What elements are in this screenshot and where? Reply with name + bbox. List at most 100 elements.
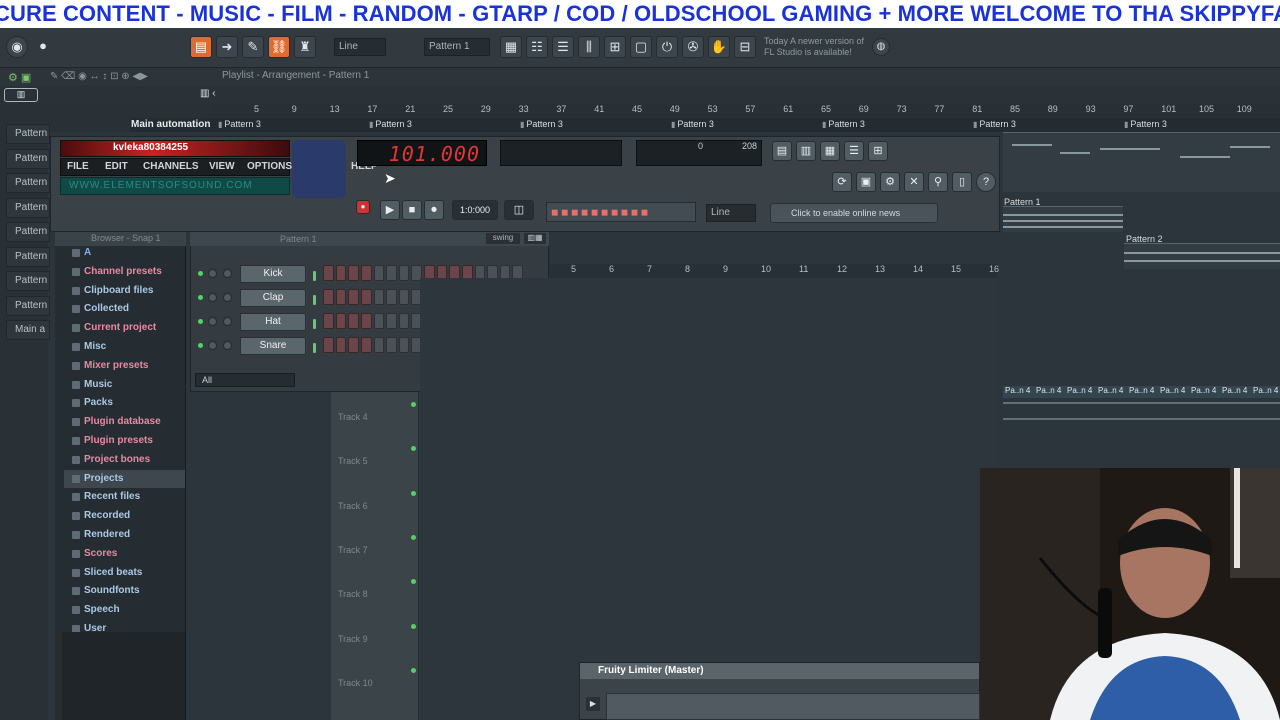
step-button[interactable] [323,313,334,329]
browser-item-plugin-database[interactable]: Plugin database [64,413,185,431]
track-header[interactable]: Track 8 [338,589,368,599]
channel-select-led[interactable] [313,343,316,353]
browser-item-mixer-presets[interactable]: Mixer presets [64,357,185,375]
render-icon[interactable]: ⚙ [880,172,900,192]
browser-item-scores[interactable]: Scores [64,545,185,563]
swing-slider[interactable]: swing [486,233,520,244]
browser-item-music[interactable]: Music [64,376,185,394]
channel-pan-knob[interactable] [208,317,217,326]
channel-volume-knob[interactable] [223,341,232,350]
recording-toggles-icon[interactable]: ◼ ◼ ◼ ◼ ◼ ◼ ◼ ◼ ◼ ◼ [546,202,696,222]
channel-volume-knob[interactable] [223,269,232,278]
plugin-icon[interactable]: ⏻ [656,36,678,58]
shortcut-mixer-icon[interactable]: ☰ [844,141,864,161]
step-button[interactable] [386,337,397,353]
limiter-menu-icon[interactable]: ▶ [586,697,600,711]
step-button[interactable] [398,337,410,353]
step-button[interactable] [398,313,410,329]
online-news-button[interactable]: Click to enable online news [770,203,938,223]
tools-icon[interactable]: ✎ ⌫ ◉ ↔ ↕ ⊡ ⊕ ◀▶ [50,71,148,82]
channel-kick[interactable]: Kick [240,265,306,283]
left-pattern-item[interactable]: Pattern 3 [6,173,50,193]
step-button[interactable] [373,289,385,305]
step-button[interactable] [335,313,347,329]
pattern-strip-clip[interactable]: Pattern 3 [520,119,563,129]
shortcut-browser-icon[interactable]: ⊞ [868,141,888,161]
pattern-strip-clip[interactable]: Pattern 3 [218,119,261,129]
menu-edit[interactable]: EDIT [105,161,128,172]
channel-pan-knob[interactable] [208,341,217,350]
browser-item-sliced-beats[interactable]: Sliced beats [64,564,185,582]
step-button[interactable] [386,313,397,329]
track-led[interactable] [411,534,416,540]
channel-volume-knob[interactable] [223,293,232,302]
channel-pan-knob[interactable] [208,269,217,278]
pattern-clip[interactable] [1003,132,1280,192]
pitch-knob-icon[interactable]: ● [32,36,54,58]
browser-item-soundfonts[interactable]: Soundfonts [64,582,185,600]
left-pattern-item[interactable]: Pattern 3 [6,295,50,316]
pattern-length-icon[interactable]: ◫ [504,200,534,220]
left-pattern-item[interactable]: Pattern 2 [6,148,50,169]
stop-icon[interactable]: ■ [402,200,422,220]
master-volume-knob-icon[interactable]: ◉ [6,36,28,58]
track-header[interactable]: Track 7 [338,545,368,555]
browser-item-channel-presets[interactable]: Channel presets [64,263,185,281]
browser-item-clipboard-files[interactable]: Clipboard files [64,282,185,300]
track-led[interactable] [411,402,416,407]
grid-ruler[interactable]: 5 6 7 8 9 10 11 12 13 14 15 16 [549,264,999,278]
step-button[interactable] [323,289,334,305]
step-button[interactable] [360,289,372,305]
arrow-tool-icon[interactable]: ➜ [216,36,238,58]
left-pattern-item[interactable]: Pattern 1 [6,124,50,144]
step-button[interactable] [373,265,385,281]
link-tool-icon[interactable]: ⛓ [268,36,290,58]
pattern-select[interactable]: Pattern 1 [424,38,490,56]
browser-item-rendered[interactable]: Rendered [64,526,185,544]
track-header[interactable]: Track 9 [338,634,368,644]
mic-icon[interactable]: ✇ [682,36,704,58]
browser-item-collected[interactable]: Collected [64,300,185,318]
step-button[interactable] [335,337,347,353]
step-button[interactable] [335,289,347,305]
pattern-strip-clip[interactable]: Pattern 3 [671,119,714,129]
menu-view[interactable]: VIEW [209,161,235,172]
stamp-tool-icon[interactable]: ♜ [294,36,316,58]
mixer-icon[interactable]: ⫼ [578,36,600,58]
track-header[interactable]: Track 10 [338,678,373,688]
snap-select[interactable]: Line [334,38,386,56]
step-button[interactable] [386,265,397,281]
track-header[interactable]: Track 4 [338,412,368,422]
step-button[interactable] [323,265,334,281]
browser-item-recent-files[interactable]: Recent files [64,488,185,506]
channel-pan-knob[interactable] [208,293,217,302]
playlist-icon[interactable]: ▤ [190,36,212,58]
step-button[interactable] [348,337,359,353]
save-icon[interactable]: ▣ [856,172,876,192]
add-pattern-icon[interactable]: ▦ [500,36,522,58]
piano-roll-icon[interactable]: ☷ [526,36,548,58]
left-pattern-item[interactable]: Pattern 3 [6,222,50,242]
track-led[interactable] [411,490,416,496]
left-pattern-item[interactable]: Main a [6,320,50,340]
song-position-icon[interactable]: 1:0:000 [452,200,498,220]
channel-select-led[interactable] [313,295,316,305]
timeline-ruler[interactable]: 5 9 13 17 21 25 29 33 37 41 45 49 53 57 61 65 69 73 77 81 85… [210,104,1280,118]
browser-item-projects[interactable]: Projects [64,469,185,488]
step-button[interactable] [360,313,372,329]
pattern-strip-clip[interactable]: Pattern 3 [973,119,1016,129]
refresh-icon[interactable]: ⟳ [832,172,852,192]
track-header[interactable]: Track 6 [338,501,368,511]
step-button[interactable] [398,289,410,305]
pattern2-clip[interactable] [1124,243,1280,269]
browser-item-speech[interactable]: Speech [64,601,185,619]
step-button[interactable] [348,265,359,281]
left-pattern-item[interactable]: Pattern 3 [6,197,50,218]
track-led[interactable] [411,623,416,629]
tools-cross-icon[interactable]: ✕ [904,172,924,192]
pattern-picker-icon[interactable]: ▥ ‹ [200,88,216,99]
main-snap-select[interactable]: Line [706,204,756,222]
shortcut-playlist-icon[interactable]: ▤ [772,141,792,161]
step-button[interactable] [398,265,410,281]
limiter-titlebar[interactable]: Fruity Limiter (Master) [580,663,979,679]
